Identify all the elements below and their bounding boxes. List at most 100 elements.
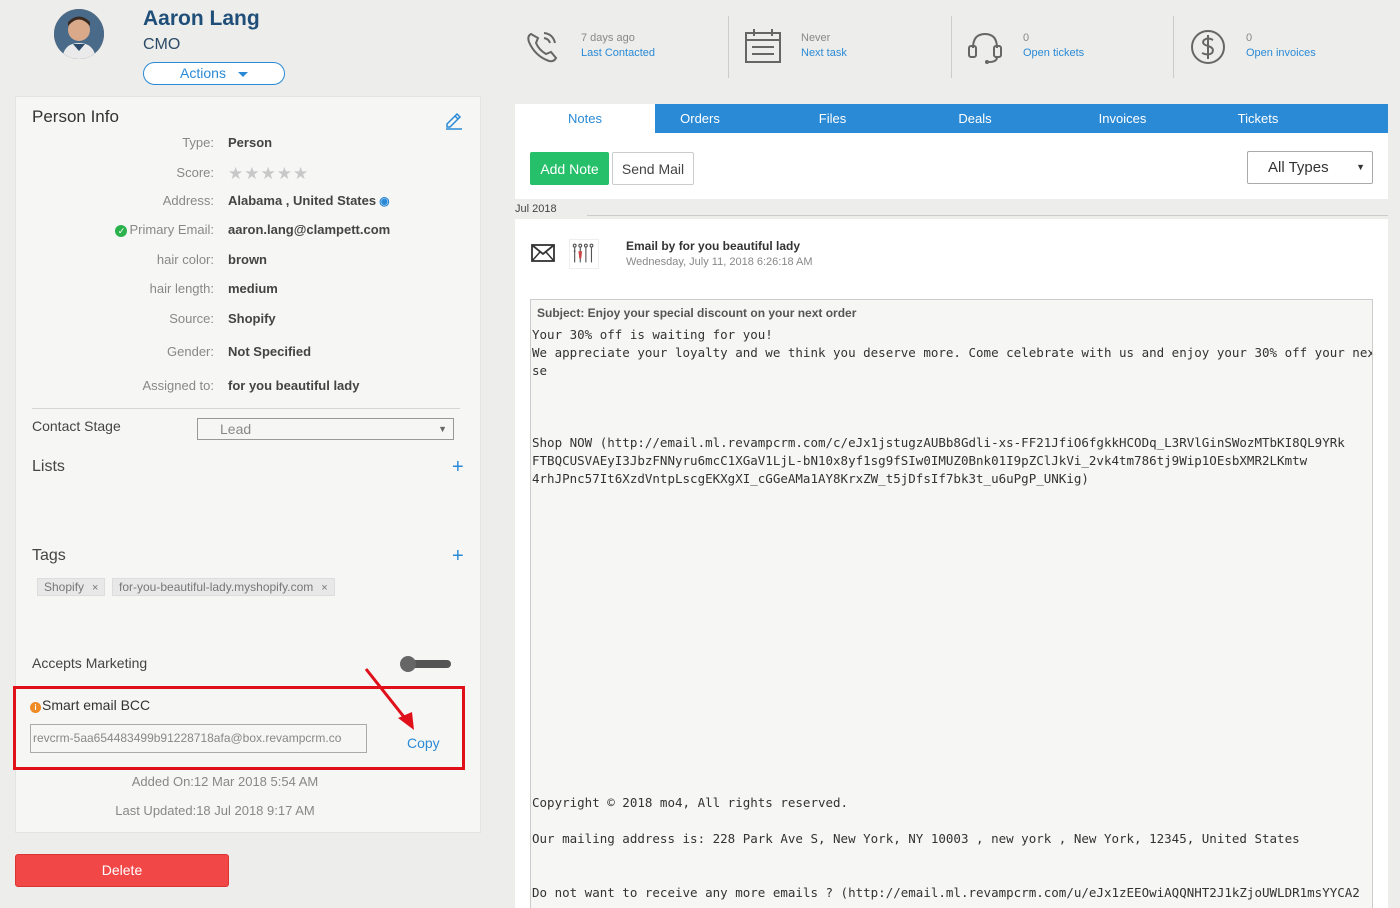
- info-key: Source:: [169, 311, 214, 326]
- actions-button[interactable]: Actions: [143, 62, 285, 85]
- stat-link-open-invoices[interactable]: Open invoices: [1246, 47, 1316, 59]
- email-body-line: We appreciate your loyalty and we think …: [532, 345, 1373, 360]
- info-row-gender: Gender: Not Specified: [16, 344, 482, 364]
- smart-bcc-input[interactable]: revcrm-5aa654483499b91228718afa@box.reva…: [30, 724, 367, 753]
- add-list-plus-icon[interactable]: +: [452, 456, 464, 479]
- tab-orders[interactable]: Orders: [655, 104, 745, 133]
- star-rating[interactable]: ★★★★★: [228, 164, 309, 184]
- divider: [32, 408, 460, 409]
- info-value: Shopify: [228, 311, 276, 326]
- info-row-hair-length: hair length: medium: [16, 281, 482, 301]
- tag-chip: Shopify ×: [37, 578, 106, 596]
- divider: [1173, 16, 1174, 78]
- panel-title: Person Info: [32, 107, 119, 126]
- person-name: Aaron Lang: [143, 7, 260, 30]
- tab-files[interactable]: Files: [795, 104, 870, 133]
- email-body-line: Our mailing address is: 228 Park Ave S, …: [532, 831, 1300, 846]
- tab-notes[interactable]: Notes: [515, 104, 655, 133]
- envelope-icon: [531, 244, 555, 262]
- map-pin-icon[interactable]: ◉: [379, 194, 389, 208]
- stat-value: 0: [1023, 32, 1030, 44]
- types-filter-select[interactable]: All Types ▼: [1247, 151, 1373, 184]
- person-info-panel: Person Info Type: Person Score: ★★★★★ Ad…: [13, 96, 482, 833]
- info-row-hair-color: hair color: brown: [16, 252, 482, 272]
- info-key: Address:: [162, 193, 214, 208]
- email-date: Wednesday, July 11, 2018 6:26:18 AM: [626, 256, 813, 268]
- email-body-link[interactable]: Shop NOW (http://email.ml.revampcrm.com/…: [532, 434, 1345, 452]
- info-value-address: Alabama , United States ◉: [228, 193, 390, 208]
- smart-bcc-label-wrap: i Smart email BCC: [30, 697, 150, 713]
- red-arrow-annotation: [364, 668, 414, 730]
- stat-link-open-tickets[interactable]: Open tickets: [1023, 47, 1084, 59]
- info-key: Gender:: [167, 344, 214, 359]
- info-value: brown: [228, 252, 267, 267]
- email-body-line: Copyright © 2018 mo4, All rights reserve…: [532, 795, 849, 810]
- info-key: Assigned to:: [142, 378, 214, 393]
- add-tag-plus-icon[interactable]: +: [452, 545, 464, 568]
- info-key: Primary Email:: [129, 222, 214, 237]
- remove-tag-icon[interactable]: ×: [92, 582, 98, 594]
- chevron-down-icon: [237, 71, 248, 77]
- stat-link-next-task[interactable]: Next task: [801, 47, 847, 59]
- pencil-icon[interactable]: [444, 110, 464, 130]
- types-filter-value: All Types: [1268, 159, 1329, 176]
- divider: [728, 16, 729, 78]
- month-divider-line: [587, 215, 1388, 216]
- info-value: aaron.lang@clampett.com: [228, 222, 391, 237]
- tab-invoices[interactable]: Invoices: [1080, 104, 1165, 133]
- tag-text: for-you-beautiful-lady.myshopify.com: [119, 580, 314, 594]
- phone-icon: [527, 32, 558, 63]
- chevron-down-icon: ▼: [1356, 162, 1365, 172]
- info-value: Not Specified: [228, 344, 312, 359]
- stat-value: Never: [801, 32, 831, 44]
- email-body-line: Your 30% off is waiting for you!: [532, 327, 773, 342]
- add-note-button[interactable]: Add Note: [530, 152, 609, 185]
- divider: [951, 16, 952, 78]
- tag-text: Shopify: [44, 580, 85, 594]
- info-row-score: Score: ★★★★★: [16, 164, 482, 185]
- delete-button[interactable]: Delete: [15, 854, 229, 887]
- month-separator: Jul 2018: [515, 199, 1388, 219]
- info-key: hair color:: [156, 252, 214, 267]
- info-icon: i: [30, 702, 41, 713]
- info-row-address: Address: Alabama , United States ◉: [16, 193, 482, 213]
- store-logo-thumbnail: [569, 239, 599, 269]
- info-key: Score:: [176, 165, 214, 180]
- info-value: for you beautiful lady: [228, 378, 360, 393]
- person-role: CMO: [143, 36, 181, 53]
- remove-tag-icon[interactable]: ×: [321, 582, 327, 594]
- tag-chip: for-you-beautiful-lady.myshopify.com ×: [112, 578, 335, 596]
- info-row-assigned: Assigned to: for you beautiful lady: [16, 378, 482, 398]
- send-mail-button[interactable]: Send Mail: [612, 152, 694, 185]
- contact-stage-select[interactable]: Lead ▼: [197, 418, 454, 440]
- stat-link-last-contacted[interactable]: Last Contacted: [581, 47, 655, 59]
- added-on-text: Added On:12 Mar 2018 5:54 AM: [131, 774, 319, 789]
- tab-bar: Notes Orders Files Deals Invoices Ticket…: [515, 104, 1388, 133]
- email-body-link[interactable]: 4rhJPnc57It6XzdVntpLscgEKXgXI_cGGeAMa1AY…: [532, 470, 1089, 488]
- check-circle-icon: ✓: [115, 225, 128, 237]
- tab-tickets[interactable]: Tickets: [1218, 104, 1298, 133]
- info-row-type: Type: Person: [16, 135, 482, 155]
- headset-icon: [968, 32, 1002, 64]
- email-body-link[interactable]: FTBQCUSVAEyI3JbzFNNyru6mcC1XGaV1LjL-bN10…: [532, 452, 1307, 470]
- address-text: Alabama , United States: [228, 193, 377, 208]
- month-label: Jul 2018: [515, 203, 557, 215]
- email-body-line: se: [532, 363, 548, 378]
- info-value: Person: [228, 135, 273, 150]
- email-from: Email by for you beautiful lady: [626, 239, 801, 253]
- tags-label: Tags: [32, 547, 66, 564]
- email-subject: Subject: Enjoy your special discount on …: [537, 306, 857, 320]
- stat-value: 0: [1246, 32, 1253, 44]
- contact-stage-value: Lead: [220, 421, 252, 437]
- email-body-link[interactable]: Do not want to receive any more emails ?…: [532, 884, 1360, 902]
- copy-link[interactable]: Copy: [407, 735, 440, 751]
- tab-deals[interactable]: Deals: [935, 104, 1015, 133]
- info-key-email: ✓ Primary Email:: [115, 222, 214, 237]
- email-body-box: Subject: Enjoy your special discount on …: [530, 299, 1373, 908]
- accepts-marketing-label: Accepts Marketing: [32, 655, 148, 671]
- dollar-icon: [1191, 30, 1225, 64]
- avatar: [54, 9, 104, 59]
- actions-label: Actions: [180, 65, 226, 81]
- info-row-source: Source: Shopify: [16, 311, 482, 331]
- last-updated-text: Last Updated:18 Jul 2018 9:17 AM: [115, 803, 315, 818]
